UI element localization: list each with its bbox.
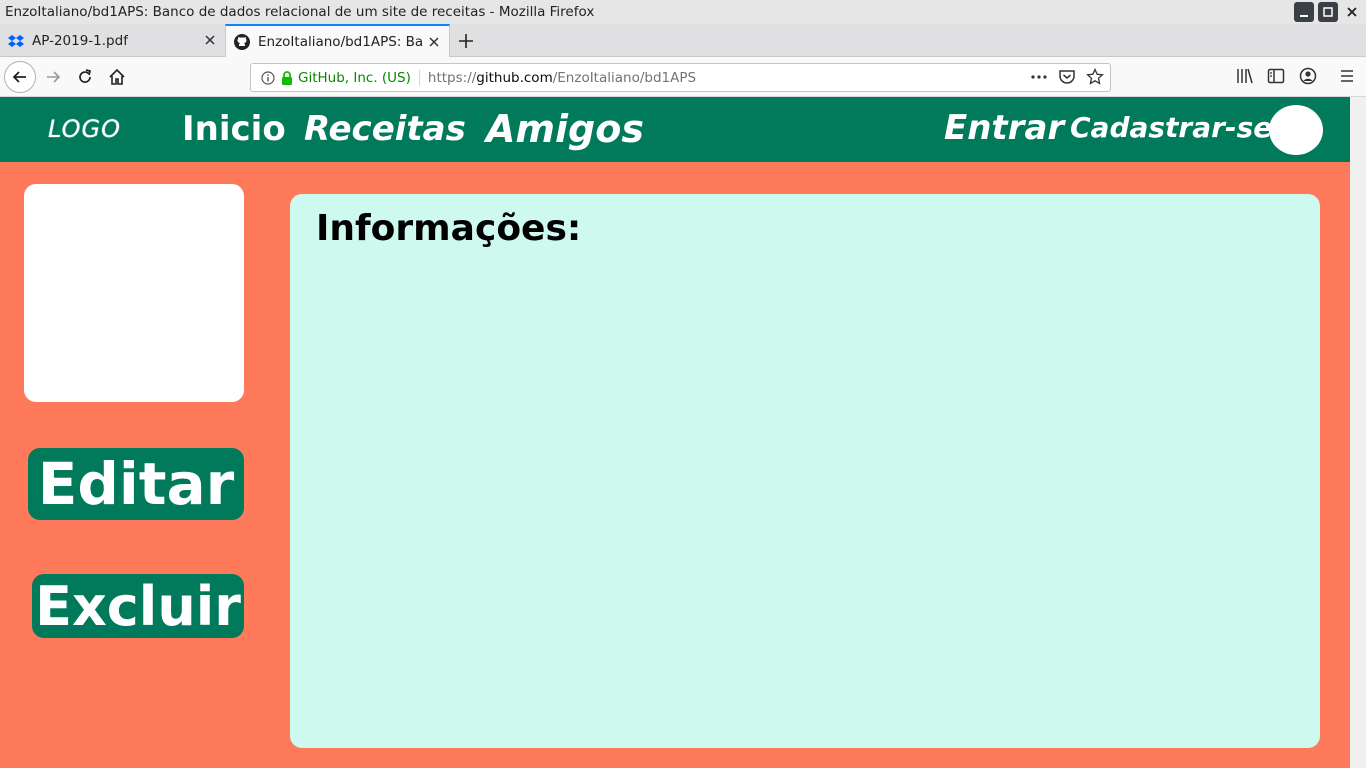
- forward-arrow-icon: [47, 71, 61, 83]
- info-panel: Informações:: [290, 194, 1320, 748]
- tab-github[interactable]: EnzoItaliano/bd1APS: Banco de dados rela…: [225, 24, 450, 58]
- nav-inicio-link[interactable]: Inicio: [182, 109, 286, 149]
- github-icon: [234, 34, 250, 50]
- back-arrow-icon: [12, 71, 26, 83]
- info-title: Informações:: [316, 208, 582, 249]
- window-titlebar: EnzoItaliano/bd1APS: Banco de dados rela…: [0, 0, 1366, 24]
- user-avatar[interactable]: [1269, 105, 1323, 155]
- close-window-button[interactable]: [1342, 2, 1362, 22]
- web-page: LOGO Inicio Receitas Amigos Entrar Cadas…: [0, 97, 1350, 768]
- minimize-button[interactable]: [1294, 2, 1314, 22]
- excluir-button[interactable]: Excluir: [32, 574, 244, 638]
- bookmark-star-icon[interactable]: [1086, 68, 1104, 86]
- account-icon[interactable]: [1299, 67, 1317, 85]
- home-button[interactable]: [102, 62, 132, 92]
- tab-label: AP-2019-1.pdf: [32, 32, 128, 49]
- url-scheme: https://: [427, 69, 477, 86]
- editar-button[interactable]: Editar: [28, 448, 244, 520]
- nav-cadastrar-link[interactable]: Cadastrar-se: [1070, 111, 1272, 144]
- forward-button[interactable]: [38, 62, 68, 92]
- nav-amigos-link[interactable]: Amigos: [486, 107, 644, 151]
- tab-strip: AP-2019-1.pdf EnzoItaliano/bd1APS: Banco…: [0, 24, 1366, 58]
- maximize-icon: [1323, 7, 1333, 17]
- home-icon: [109, 68, 125, 85]
- navigation-toolbar: GitHub, Inc. (US) https://github.com/Enz…: [0, 57, 1366, 97]
- url-host: github.com: [476, 69, 553, 86]
- url-path: /EnzoItaliano/bd1APS: [552, 69, 697, 86]
- page-actions-icon[interactable]: [1030, 68, 1048, 86]
- window-controls: [1294, 2, 1362, 22]
- lock-icon: [282, 70, 292, 85]
- maximize-button[interactable]: [1318, 2, 1338, 22]
- reload-button[interactable]: [70, 62, 100, 92]
- new-tab-icon[interactable]: [455, 30, 477, 52]
- tab-label: EnzoItaliano/bd1APS: Banco de dados rela…: [258, 34, 422, 50]
- nav-entrar-link[interactable]: Entrar: [944, 108, 1064, 148]
- site-header: LOGO Inicio Receitas Amigos Entrar Cadas…: [0, 97, 1350, 162]
- dropbox-icon: [8, 34, 24, 47]
- back-button[interactable]: [4, 61, 36, 93]
- site-logo[interactable]: LOGO: [48, 115, 121, 143]
- info-icon[interactable]: [261, 70, 275, 85]
- url-text[interactable]: https://github.com/EnzoItaliano/bd1APS: [428, 70, 696, 86]
- profile-image-placeholder: [24, 184, 244, 402]
- close-tab-icon[interactable]: [203, 33, 217, 47]
- hamburger-menu-icon[interactable]: [1338, 67, 1356, 85]
- sidebar-icon[interactable]: [1267, 67, 1285, 85]
- site-identity[interactable]: GitHub, Inc. (US): [298, 69, 420, 86]
- reload-icon: [79, 69, 92, 83]
- window-title: EnzoItaliano/bd1APS: Banco de dados rela…: [5, 4, 595, 20]
- scrollbar-gutter: [1350, 97, 1366, 768]
- minimize-icon: [1300, 15, 1308, 17]
- library-icon[interactable]: [1236, 67, 1254, 85]
- address-bar[interactable]: GitHub, Inc. (US) https://github.com/Enz…: [250, 63, 1111, 92]
- pocket-icon[interactable]: [1058, 68, 1076, 86]
- tab-pdf[interactable]: AP-2019-1.pdf: [0, 24, 225, 57]
- nav-receitas-link[interactable]: Receitas: [304, 109, 466, 149]
- close-tab-icon[interactable]: [427, 35, 441, 49]
- address-bar-actions: [1030, 68, 1104, 86]
- close-icon: [1347, 7, 1357, 17]
